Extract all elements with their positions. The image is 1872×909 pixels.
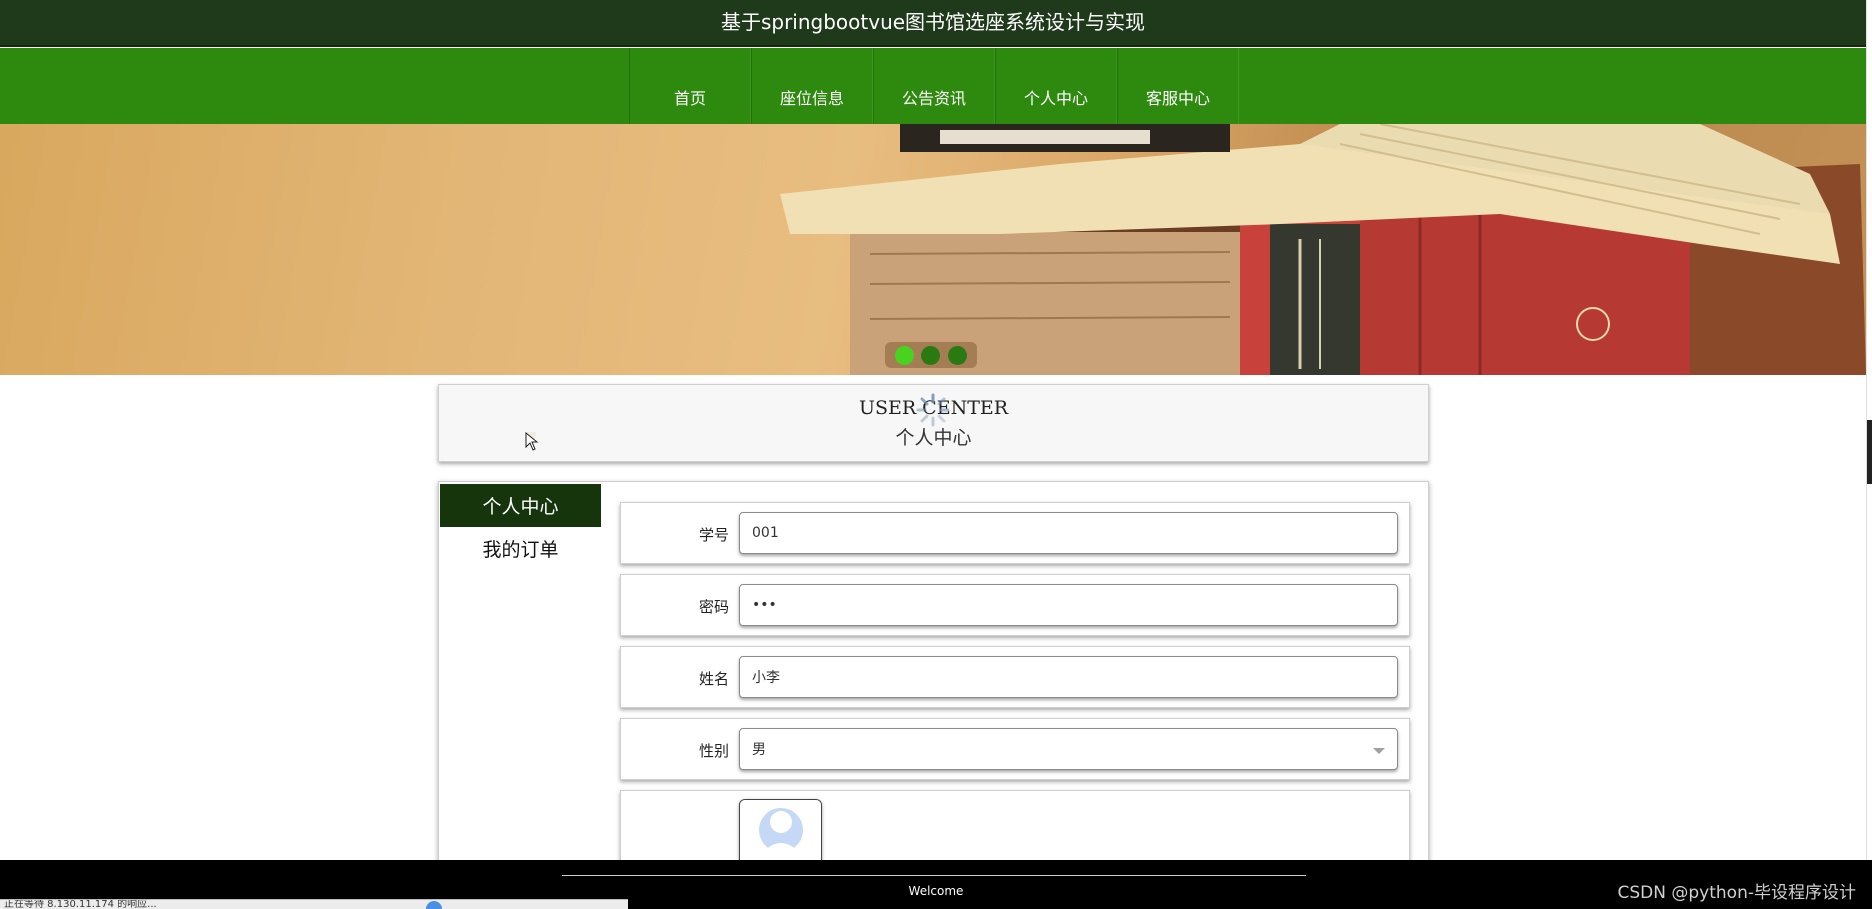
nav-item-home[interactable]: 首页 [629, 48, 751, 124]
nav-item-customer-service[interactable]: 客服中心 [1117, 48, 1239, 124]
title-bar: 基于springbootvue图书馆选座系统设计与实现 [0, 0, 1866, 47]
gender-row: 性别 男 [620, 718, 1410, 780]
name-row: 姓名 [620, 646, 1410, 708]
chevron-down-icon [1373, 748, 1385, 754]
banner-carousel[interactable] [0, 124, 1866, 375]
student-id-input[interactable] [739, 512, 1398, 554]
status-text: 正在等待 8.130.11.174 的响应... [4, 899, 157, 909]
avatar-row [620, 790, 1410, 879]
student-id-row: 学号 [620, 502, 1410, 564]
password-row: 密码 [620, 574, 1410, 636]
nav-item-announcements[interactable]: 公告资讯 [873, 48, 995, 124]
mouse-pointer-icon [525, 432, 539, 451]
gender-label: 性别 [698, 741, 729, 760]
carousel-dot-1[interactable] [894, 345, 914, 365]
footer-divider [562, 875, 1306, 876]
page: 基于springbootvue图书馆选座系统设计与实现 首页 座位信息 公告资讯… [0, 0, 1872, 909]
sidebar: 个人中心 我的订单 [440, 484, 601, 570]
site-title: 基于springbootvue图书馆选座系统设计与实现 [720, 10, 1146, 34]
page-scrollbar-thumb[interactable] [1867, 420, 1872, 484]
browser-status-bar: 正在等待 8.130.11.174 的响应... [0, 899, 628, 909]
sidebar-item-my-orders[interactable]: 我的订单 [440, 527, 601, 570]
user-center-panel: 个人中心 我的订单 学号 密码 姓名 性别 男 [438, 481, 1429, 879]
carousel-dots [885, 342, 977, 368]
status-indicator-icon [426, 901, 442, 909]
name-label: 姓名 [698, 669, 729, 688]
loading-spinner-icon [916, 393, 950, 427]
main-nav: 首页 座位信息 公告资讯 个人中心 客服中心 [0, 48, 1866, 124]
nav-item-user-center[interactable]: 个人中心 [995, 48, 1117, 124]
gender-select-value: 男 [752, 742, 766, 758]
carousel-dot-3[interactable] [948, 345, 968, 365]
footer-welcome-text: Welcome [908, 884, 964, 898]
gender-select[interactable]: 男 [739, 728, 1398, 770]
password-label: 密码 [698, 597, 729, 616]
student-id-label: 学号 [698, 525, 729, 544]
csdn-watermark: CSDN @python-毕设程序设计 [1617, 883, 1856, 903]
password-input[interactable] [739, 584, 1398, 626]
books-banner-image [780, 124, 1866, 375]
nav-item-seats[interactable]: 座位信息 [751, 48, 873, 124]
name-input[interactable] [739, 656, 1398, 698]
sidebar-item-user-center[interactable]: 个人中心 [440, 484, 601, 527]
carousel-dot-2[interactable] [921, 345, 941, 365]
